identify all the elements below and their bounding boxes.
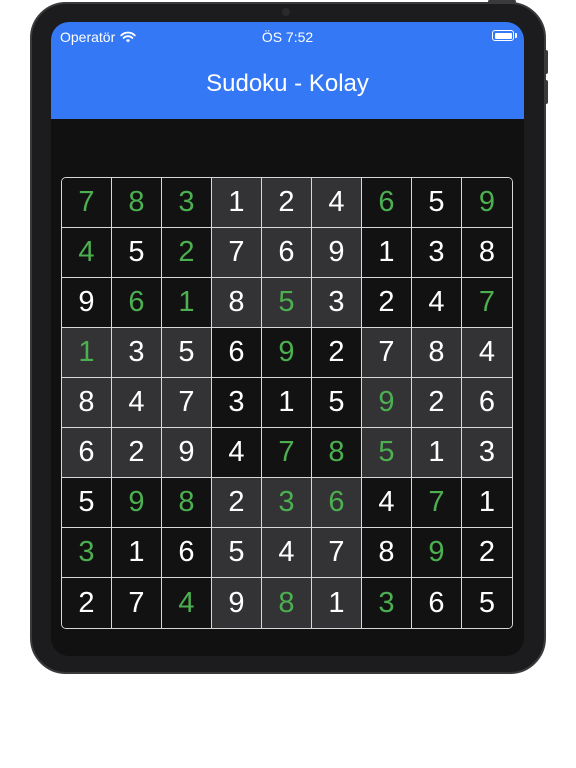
sudoku-cell-r8-c4[interactable]: 5 — [212, 528, 262, 578]
sudoku-cell-r1-c5[interactable]: 2 — [262, 178, 312, 228]
sudoku-cell-r7-c4[interactable]: 2 — [212, 478, 262, 528]
sudoku-cell-r6-c3[interactable]: 9 — [162, 428, 212, 478]
sudoku-cell-r4-c3[interactable]: 5 — [162, 328, 212, 378]
sudoku-cell-r5-c2[interactable]: 4 — [112, 378, 162, 428]
sudoku-cell-r1-c8[interactable]: 5 — [412, 178, 462, 228]
sudoku-cell-r7-c2[interactable]: 9 — [112, 478, 162, 528]
sudoku-cell-r5-c8[interactable]: 2 — [412, 378, 462, 428]
sudoku-cell-r4-c2[interactable]: 3 — [112, 328, 162, 378]
sudoku-cell-r4-c5[interactable]: 9 — [262, 328, 312, 378]
sudoku-cell-r6-c8[interactable]: 1 — [412, 428, 462, 478]
sudoku-cell-r1-c9[interactable]: 9 — [462, 178, 512, 228]
sudoku-cell-r3-c5[interactable]: 5 — [262, 278, 312, 328]
sudoku-cell-r5-c1[interactable]: 8 — [62, 378, 112, 428]
sudoku-cell-r3-c3[interactable]: 1 — [162, 278, 212, 328]
sudoku-cell-r1-c7[interactable]: 6 — [362, 178, 412, 228]
sudoku-cell-r5-c9[interactable]: 6 — [462, 378, 512, 428]
sudoku-cell-r2-c4[interactable]: 7 — [212, 228, 262, 278]
page-title: Sudoku - Kolay — [206, 70, 369, 97]
volume-up-button — [544, 50, 548, 74]
sudoku-cell-r9-c3[interactable]: 4 — [162, 578, 212, 628]
sudoku-cell-r5-c7[interactable]: 9 — [362, 378, 412, 428]
sudoku-cell-r1-c6[interactable]: 4 — [312, 178, 362, 228]
sudoku-cell-r8-c6[interactable]: 7 — [312, 528, 362, 578]
sudoku-cell-r6-c2[interactable]: 2 — [112, 428, 162, 478]
sudoku-cell-r4-c4[interactable]: 6 — [212, 328, 262, 378]
power-button — [488, 0, 516, 3]
sudoku-cell-r7-c7[interactable]: 4 — [362, 478, 412, 528]
sudoku-cell-r3-c4[interactable]: 8 — [212, 278, 262, 328]
sudoku-cell-r3-c8[interactable]: 4 — [412, 278, 462, 328]
sudoku-cell-r3-c9[interactable]: 7 — [462, 278, 512, 328]
sudoku-cell-r8-c9[interactable]: 2 — [462, 528, 512, 578]
volume-down-button — [544, 80, 548, 104]
sudoku-cell-r7-c9[interactable]: 1 — [462, 478, 512, 528]
sudoku-cell-r2-c2[interactable]: 5 — [112, 228, 162, 278]
sudoku-cell-r4-c6[interactable]: 2 — [312, 328, 362, 378]
sudoku-cell-r1-c2[interactable]: 8 — [112, 178, 162, 228]
sudoku-cell-r4-c8[interactable]: 8 — [412, 328, 462, 378]
sudoku-cell-r2-c3[interactable]: 2 — [162, 228, 212, 278]
sudoku-cell-r9-c6[interactable]: 1 — [312, 578, 362, 628]
sudoku-cell-r6-c4[interactable]: 4 — [212, 428, 262, 478]
sudoku-cell-r7-c5[interactable]: 3 — [262, 478, 312, 528]
sudoku-cell-r9-c2[interactable]: 7 — [112, 578, 162, 628]
sudoku-cell-r6-c1[interactable]: 6 — [62, 428, 112, 478]
sudoku-cell-r2-c6[interactable]: 9 — [312, 228, 362, 278]
sudoku-cell-r6-c9[interactable]: 3 — [462, 428, 512, 478]
sudoku-cell-r3-c2[interactable]: 6 — [112, 278, 162, 328]
status-bar: Operatör ÖS 7:52 — [51, 22, 524, 50]
sudoku-cell-r3-c1[interactable]: 9 — [62, 278, 112, 328]
front-camera — [282, 8, 290, 16]
battery-cap — [515, 33, 517, 38]
sudoku-cell-r5-c3[interactable]: 7 — [162, 378, 212, 428]
sudoku-cell-r3-c7[interactable]: 2 — [362, 278, 412, 328]
sudoku-cell-r4-c1[interactable]: 1 — [62, 328, 112, 378]
sudoku-cell-r8-c2[interactable]: 1 — [112, 528, 162, 578]
sudoku-board: 7831246594527691389618532471356927848473… — [61, 177, 513, 629]
app-screen: Operatör ÖS 7:52 Sudoku - Kolay 78312465… — [51, 22, 524, 656]
battery-icon — [492, 30, 514, 41]
sudoku-cell-r2-c1[interactable]: 4 — [62, 228, 112, 278]
sudoku-cell-r4-c9[interactable]: 4 — [462, 328, 512, 378]
battery-level — [494, 32, 512, 39]
sudoku-cell-r2-c8[interactable]: 3 — [412, 228, 462, 278]
sudoku-cell-r6-c7[interactable]: 5 — [362, 428, 412, 478]
navigation-bar: Operatör ÖS 7:52 Sudoku - Kolay — [51, 22, 524, 119]
sudoku-cell-r5-c6[interactable]: 5 — [312, 378, 362, 428]
sudoku-cell-r9-c1[interactable]: 2 — [62, 578, 112, 628]
sudoku-cell-r8-c5[interactable]: 4 — [262, 528, 312, 578]
sudoku-cell-r2-c5[interactable]: 6 — [262, 228, 312, 278]
sudoku-cell-r8-c3[interactable]: 6 — [162, 528, 212, 578]
sudoku-cell-r2-c7[interactable]: 1 — [362, 228, 412, 278]
sudoku-cell-r9-c9[interactable]: 5 — [462, 578, 512, 628]
sudoku-cell-r7-c1[interactable]: 5 — [62, 478, 112, 528]
sudoku-cell-r7-c3[interactable]: 8 — [162, 478, 212, 528]
sudoku-cell-r1-c3[interactable]: 3 — [162, 178, 212, 228]
sudoku-cell-r7-c6[interactable]: 6 — [312, 478, 362, 528]
status-time: ÖS 7:52 — [261, 29, 314, 45]
sudoku-cell-r4-c7[interactable]: 7 — [362, 328, 412, 378]
sudoku-cell-r8-c7[interactable]: 8 — [362, 528, 412, 578]
sudoku-cell-r9-c7[interactable]: 3 — [362, 578, 412, 628]
sudoku-cell-r8-c8[interactable]: 9 — [412, 528, 462, 578]
sudoku-cell-r6-c6[interactable]: 8 — [312, 428, 362, 478]
sudoku-cell-r1-c1[interactable]: 7 — [62, 178, 112, 228]
sudoku-cell-r6-c5[interactable]: 7 — [262, 428, 312, 478]
sudoku-cell-r7-c8[interactable]: 7 — [412, 478, 462, 528]
sudoku-cell-r8-c1[interactable]: 3 — [62, 528, 112, 578]
sudoku-cell-r2-c9[interactable]: 8 — [462, 228, 512, 278]
sudoku-cell-r9-c5[interactable]: 8 — [262, 578, 312, 628]
sudoku-cell-r9-c8[interactable]: 6 — [412, 578, 462, 628]
sudoku-cell-r5-c5[interactable]: 1 — [262, 378, 312, 428]
sudoku-cell-r9-c4[interactable]: 9 — [212, 578, 262, 628]
sudoku-cell-r3-c6[interactable]: 3 — [312, 278, 362, 328]
sudoku-cell-r5-c4[interactable]: 3 — [212, 378, 262, 428]
sudoku-cell-r1-c4[interactable]: 1 — [212, 178, 262, 228]
